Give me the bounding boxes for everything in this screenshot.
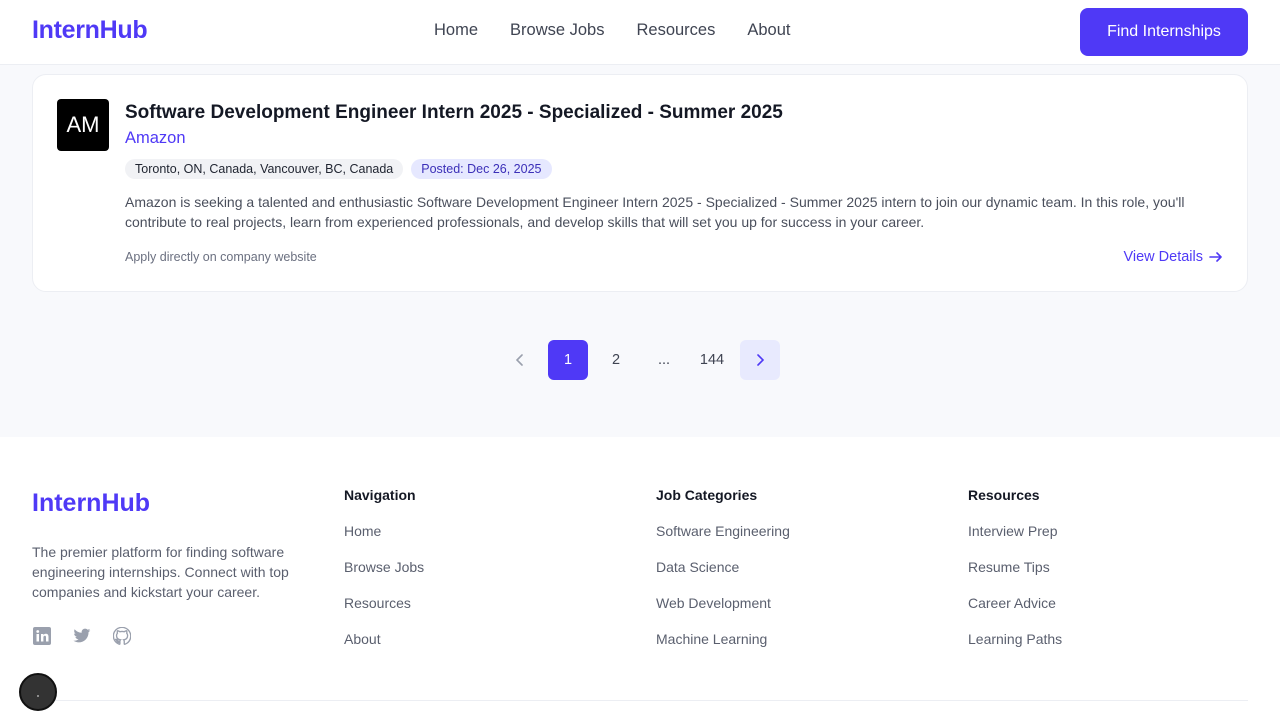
footer-column-title: Navigation [344, 487, 416, 503]
footer-logo[interactable]: InternHub [32, 489, 150, 518]
footer-link-resume-tips[interactable]: Resume Tips [968, 559, 1062, 595]
company-logo: AM [57, 99, 109, 151]
footer-column-title: Job Categories [656, 487, 758, 503]
posted-date-tag: Posted: Dec 26, 2025 [411, 159, 552, 179]
social-links [32, 626, 132, 646]
footer-link-learning-paths[interactable]: Learning Paths [968, 631, 1062, 667]
github-icon[interactable] [112, 626, 132, 646]
footer-column-job-categories: Job Categories Software Engineering Data… [656, 487, 790, 667]
chevron-left-icon [516, 354, 523, 366]
nav-browse-jobs[interactable]: Browse Jobs [510, 21, 604, 40]
main-nav: Home Browse Jobs Resources About [434, 21, 790, 40]
footer-link-machine-learning[interactable]: Machine Learning [656, 631, 790, 667]
apply-note: Apply directly on company website [125, 250, 317, 264]
twitter-icon[interactable] [72, 626, 92, 646]
location-tag: Toronto, ON, Canada, Vancouver, BC, Cana… [125, 159, 404, 179]
footer-link-web-development[interactable]: Web Development [656, 595, 790, 631]
site-footer: InternHub The premier platform for findi… [0, 437, 1280, 720]
nav-home[interactable]: Home [434, 21, 478, 40]
view-details-link[interactable]: View Details [1123, 249, 1223, 265]
prev-page-button[interactable] [500, 340, 540, 380]
job-description: Amazon is seeking a talented and enthusi… [125, 194, 1185, 230]
job-title[interactable]: Software Development Engineer Intern 202… [125, 102, 783, 124]
job-tags: Toronto, ON, Canada, Vancouver, BC, Cana… [125, 159, 552, 179]
view-details-label: View Details [1123, 249, 1203, 265]
find-internships-button[interactable]: Find Internships [1080, 8, 1248, 56]
footer-link-browse-jobs[interactable]: Browse Jobs [344, 559, 424, 595]
footer-divider [32, 700, 1248, 701]
page-button-last[interactable]: 144 [692, 340, 732, 380]
footer-link-career-advice[interactable]: Career Advice [968, 595, 1062, 631]
footer-link-software-engineering[interactable]: Software Engineering [656, 523, 790, 559]
page-button-current[interactable]: 1 [548, 340, 588, 380]
pagination: 1 2 ... 144 [500, 340, 780, 380]
site-logo[interactable]: InternHub [32, 16, 148, 45]
footer-description: The premier platform for finding softwar… [32, 544, 289, 600]
footer-link-data-science[interactable]: Data Science [656, 559, 790, 595]
floating-action-button[interactable] [19, 673, 57, 711]
nav-resources[interactable]: Resources [636, 21, 715, 40]
footer-link-interview-prep[interactable]: Interview Prep [968, 523, 1062, 559]
chevron-right-icon [757, 354, 764, 366]
company-name[interactable]: Amazon [125, 129, 186, 148]
linkedin-icon[interactable] [32, 626, 52, 646]
footer-link-resources[interactable]: Resources [344, 595, 424, 631]
dot-icon [37, 695, 39, 697]
arrow-right-icon [1209, 252, 1222, 262]
job-card: AM Software Development Engineer Intern … [32, 74, 1248, 292]
nav-about[interactable]: About [747, 21, 790, 40]
footer-link-about[interactable]: About [344, 631, 424, 667]
next-page-button[interactable] [740, 340, 780, 380]
page-button-2[interactable]: 2 [596, 340, 636, 380]
footer-column-navigation: Navigation Home Browse Jobs Resources Ab… [344, 487, 424, 667]
site-header: InternHub Home Browse Jobs Resources Abo… [0, 0, 1280, 65]
footer-column-resources: Resources Interview Prep Resume Tips Car… [968, 487, 1062, 667]
footer-column-title: Resources [968, 487, 1040, 503]
pagination-ellipsis: ... [657, 352, 671, 368]
footer-link-home[interactable]: Home [344, 523, 424, 559]
